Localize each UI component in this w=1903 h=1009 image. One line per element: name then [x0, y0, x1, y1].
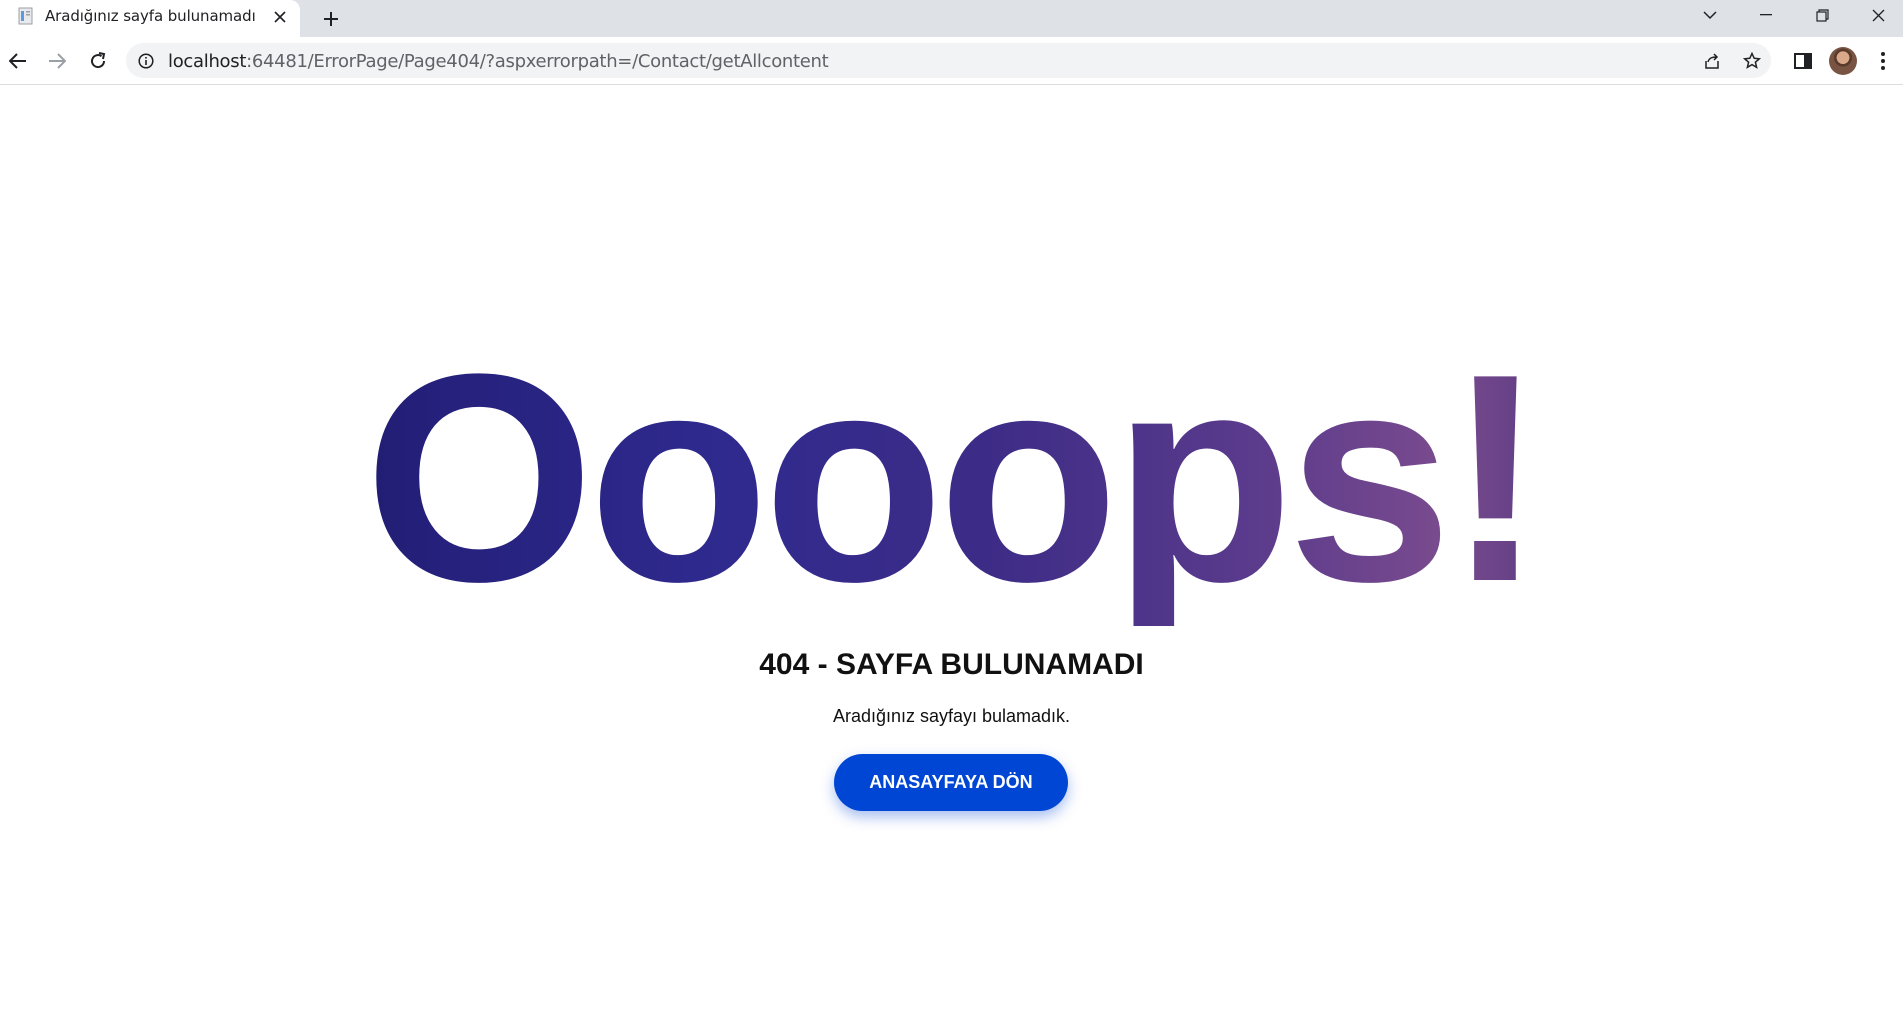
forward-icon[interactable] — [41, 45, 73, 77]
new-tab-icon[interactable] — [317, 5, 345, 33]
browser-toolbar: localhost:64481/ErrorPage/Page404/?aspxe… — [0, 37, 1903, 85]
back-icon[interactable] — [2, 45, 34, 77]
home-button[interactable]: ANASAYFAYA DÖN — [834, 754, 1068, 811]
side-panel-icon[interactable] — [1787, 45, 1819, 77]
menu-icon[interactable] — [1867, 45, 1899, 77]
url-text[interactable]: localhost:64481/ErrorPage/Page404/?aspxe… — [168, 51, 829, 72]
address-bar[interactable]: localhost:64481/ErrorPage/Page404/?aspxe… — [126, 43, 1771, 78]
url-path: :64481/ErrorPage/Page404/?aspxerrorpath=… — [246, 51, 829, 72]
info-icon[interactable] — [136, 51, 156, 71]
tab-search-icon[interactable] — [1682, 0, 1738, 30]
tab-strip: Aradığınız sayfa bulunamadı — [0, 0, 1903, 37]
error-title: 404 - SAYFA BULUNAMADI — [759, 648, 1144, 681]
minimize-icon[interactable] — [1738, 0, 1794, 30]
page-icon — [17, 7, 35, 25]
star-icon[interactable] — [1740, 49, 1764, 73]
url-host: localhost — [168, 51, 247, 72]
close-icon[interactable] — [1850, 0, 1903, 30]
oops-heading: Oooops! — [0, 330, 1903, 626]
share-icon[interactable] — [1700, 49, 1724, 73]
close-tab-icon[interactable] — [270, 7, 290, 27]
avatar[interactable] — [1829, 47, 1857, 75]
restore-icon[interactable] — [1794, 0, 1850, 30]
reload-icon[interactable] — [82, 45, 114, 77]
active-tab[interactable]: Aradığınız sayfa bulunamadı — [0, 0, 300, 37]
error-message: Aradığınız sayfayı bulamadık. — [832, 706, 1071, 726]
tab-title: Aradığınız sayfa bulunamadı — [45, 7, 256, 25]
